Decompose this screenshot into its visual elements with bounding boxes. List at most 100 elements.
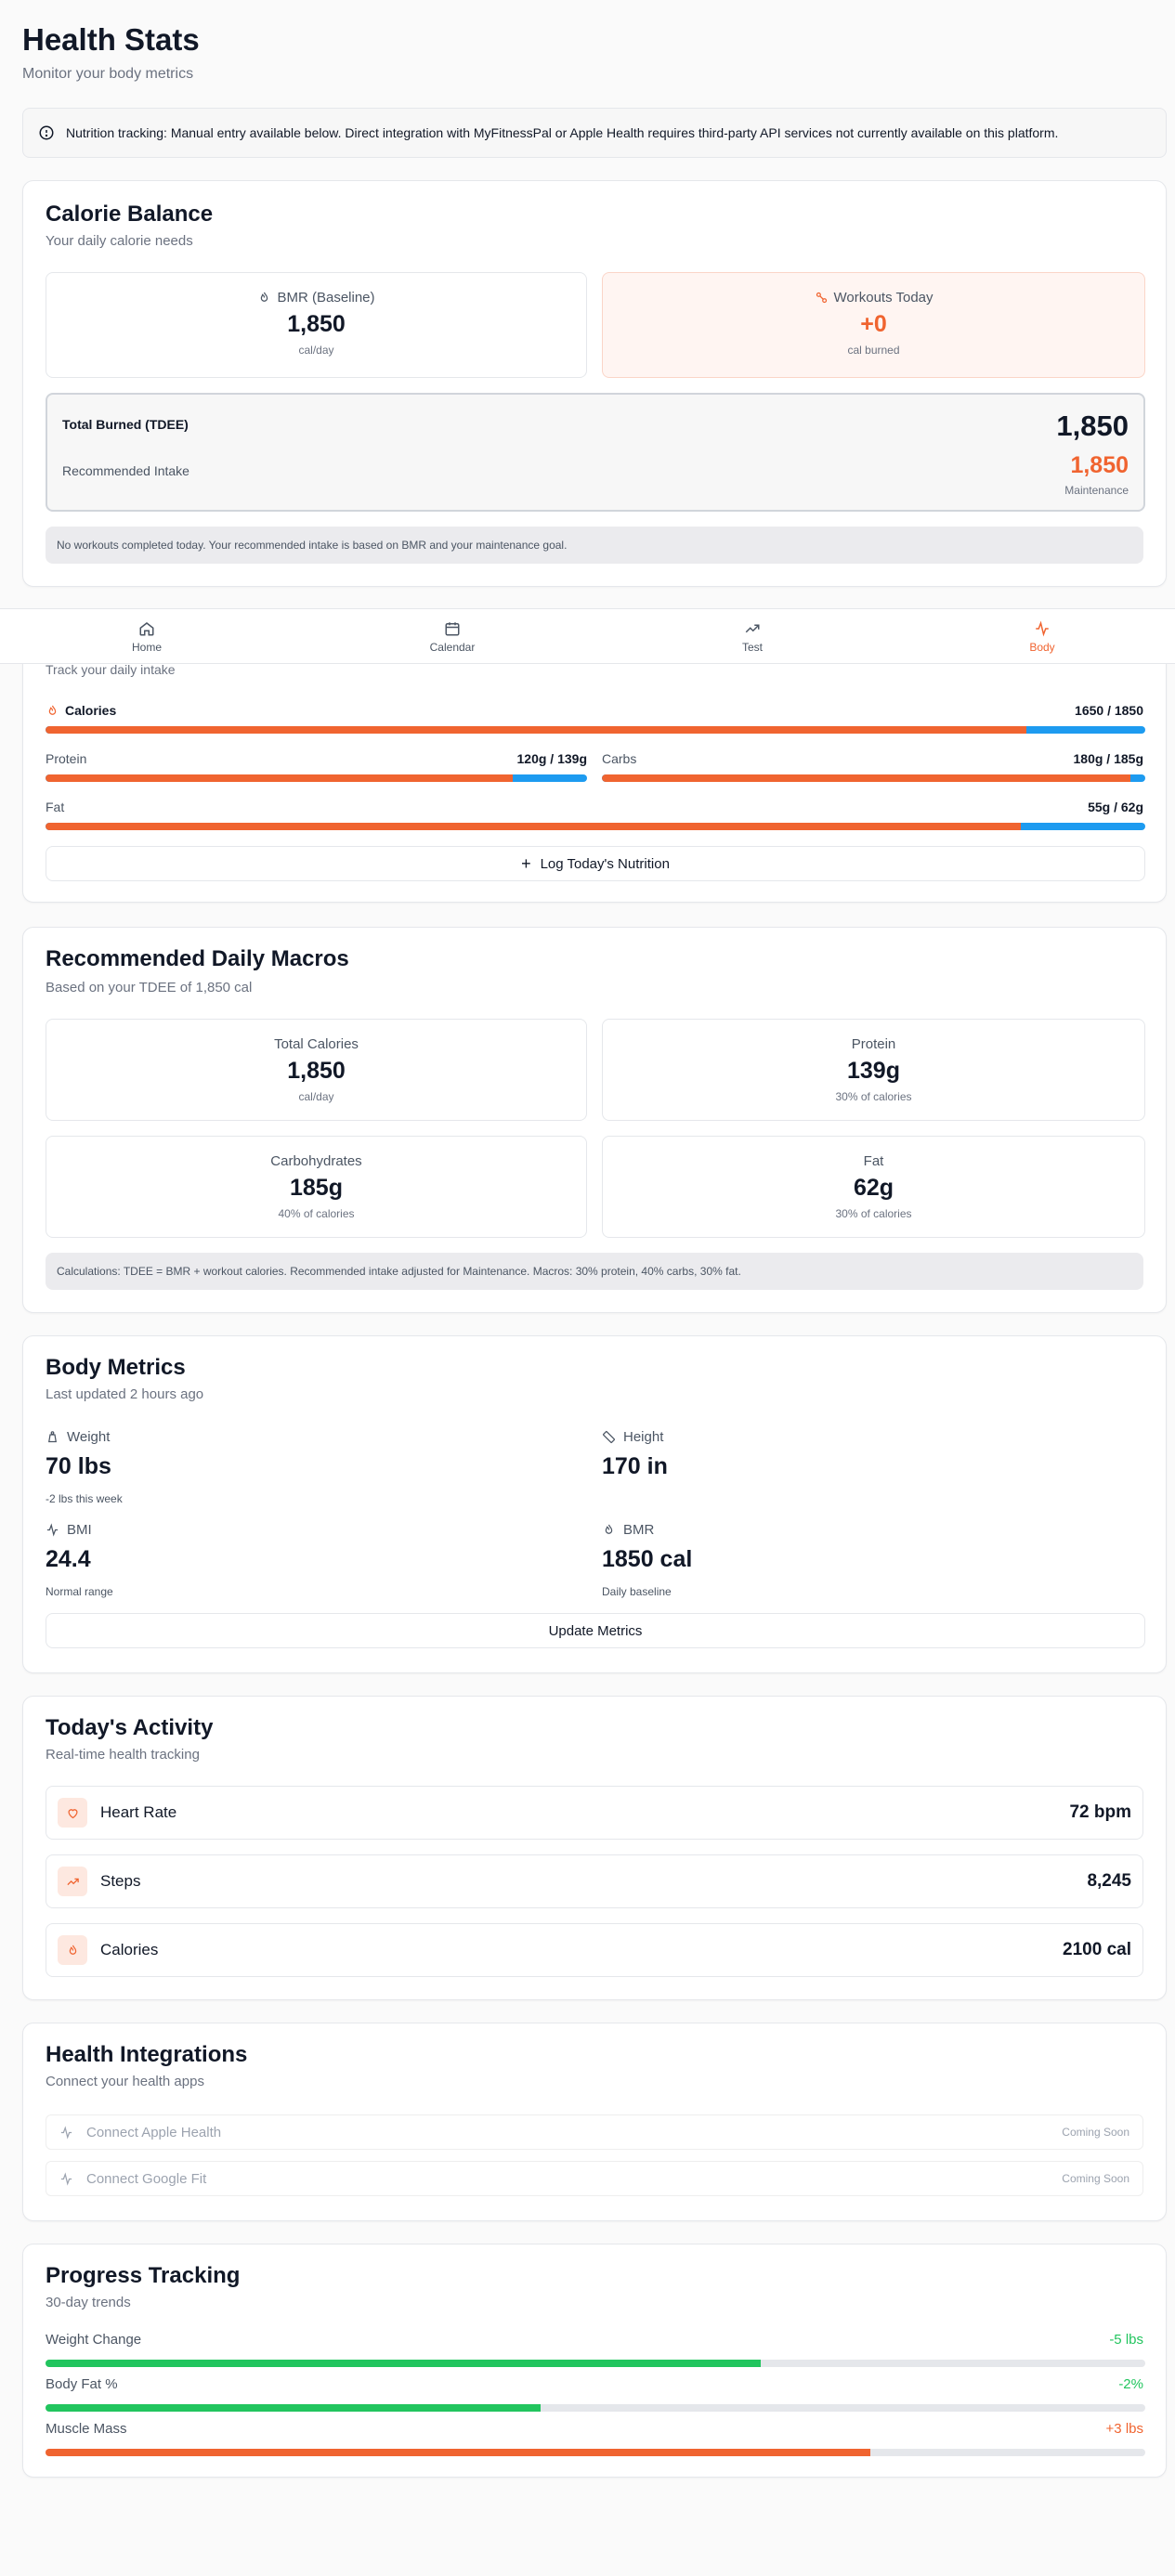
activity-icon [46,1523,59,1537]
carbs-label: Carbs [602,751,637,766]
bmr-metric-sub: Daily baseline [602,1585,672,1598]
protein-value: 120g / 139g [516,751,588,766]
nav-item-body[interactable]: Body [968,609,1116,665]
progress-label: Body Fat % [46,2376,118,2392]
log-nutrition-button[interactable]: + Log Today's Nutrition [46,846,1145,881]
calories-progress [46,726,1145,734]
update-metrics-button[interactable]: Update Metrics [46,1613,1145,1648]
card-subtitle: Connect your health apps [46,2074,204,2089]
workouts-label: Workouts Today [603,290,1144,306]
carbs-progress [602,774,1145,782]
card-title: Calorie Balance [46,202,214,227]
flame-icon [58,1935,87,1965]
scale-icon [48,1431,57,1443]
bmr-unit: cal/day [298,344,334,357]
nav-item-home[interactable]: Home [72,609,221,665]
carbs-value: 180g / 185g [1073,751,1144,766]
protein-label: Protein [46,751,87,766]
bmi-status: Normal range [46,1585,113,1598]
home-icon [139,622,154,636]
macro-fat-box: Fat 62g 30% of calories [602,1136,1145,1238]
coming-soon-badge: Coming Soon [1062,2126,1129,2139]
activity-card: Today's Activity Real-time health tracki… [22,1696,1167,2000]
flame-icon [261,292,268,302]
activity-icon [1036,620,1049,637]
info-icon [39,125,54,140]
fat-value: 55g / 62g [1088,800,1143,814]
progress-label: Weight Change [46,2332,142,2348]
progress-card: Progress Tracking 30-day trends Weight C… [22,2244,1167,2478]
workouts-box: Workouts Today +0 cal burned [602,272,1145,378]
card-subtitle: Based on your TDEE of 1,850 cal [46,980,253,995]
dumbbell-icon [816,292,827,304]
card-title: Health Integrations [46,2042,248,2067]
height-label: Height [602,1429,663,1445]
bmi-value: 24.4 [46,1546,91,1572]
bmr-metric-label: BMR [602,1522,654,1538]
activity-name: Steps [100,1872,141,1890]
calorie-note: No workouts completed today. Your recomm… [46,527,1143,564]
weight-change-progress [46,2360,1145,2367]
weight-value: 70 lbs [46,1453,111,1479]
muscle-mass-progress [46,2449,1145,2456]
calorie-balance-card: Calorie Balance Your daily calorie needs… [22,180,1167,587]
trending-up-icon [745,624,760,633]
connect-apple-health-button[interactable]: Connect Apple Health Coming Soon [46,2114,1143,2150]
tdee-panel: Total Burned (TDEE) 1,850 Recommended In… [46,393,1145,512]
progress-value: +3 lbs [1105,2421,1143,2437]
card-subtitle: Your daily calorie needs [46,233,193,249]
bmr-box: BMR (Baseline) 1,850 cal/day [46,272,587,378]
workouts-unit: cal burned [847,344,900,357]
bmr-label: BMR (Baseline) [46,290,586,306]
weight-label: Weight [46,1429,110,1445]
card-title: Progress Tracking [46,2263,241,2288]
nav-item-test[interactable]: Test [678,609,827,665]
calories-value: 1650 / 1850 [1075,703,1143,718]
nutrition-alert: Nutrition tracking: Manual entry availab… [22,108,1167,158]
progress-value: -2% [1118,2376,1143,2392]
bottom-nav: Home Calendar Test Body [0,608,1175,664]
card-subtitle: 30-day trends [46,2295,131,2310]
workouts-value: +0 [860,311,887,337]
height-value: 170 in [602,1453,668,1479]
body-fat-progress [46,2404,1145,2412]
macros-note: Calculations: TDEE = BMR + workout calor… [46,1253,1143,1290]
intake-goal: Maintenance [1064,484,1129,497]
integrations-card: Health Integrations Connect your health … [22,2023,1167,2221]
alert-text: Nutrition tracking: Manual entry availab… [66,125,1059,140]
weight-change: -2 lbs this week [46,1492,123,1505]
plus-icon: + [521,853,531,873]
activity-value: 8,245 [1087,1871,1131,1891]
activity-value: 2100 cal [1063,1940,1131,1959]
card-subtitle: Real-time health tracking [46,1747,200,1763]
tdee-label: Total Burned (TDEE) [62,417,189,432]
activity-item-heart-rate: Heart Rate 72 bpm [46,1786,1143,1840]
flame-icon [605,1524,613,1534]
page-subtitle: Monitor your body metrics [22,66,194,82]
intake-label: Recommended Intake [62,463,189,478]
progress-label: Muscle Mass [46,2421,127,2437]
macro-protein-box: Protein 139g 30% of calories [602,1019,1145,1121]
protein-progress [46,774,587,782]
activity-item-steps: Steps 8,245 [46,1854,1143,1908]
bmr-metric-value: 1850 cal [602,1546,693,1572]
activity-name: Heart Rate [100,1803,177,1821]
card-title: Today's Activity [46,1715,214,1740]
activity-icon [60,2125,72,2140]
nav-item-calendar[interactable]: Calendar [378,609,527,665]
page-title: Health Stats [22,22,200,57]
flame-icon [48,705,57,715]
bmi-label: BMI [46,1522,92,1538]
connect-google-fit-button[interactable]: Connect Google Fit Coming Soon [46,2161,1143,2196]
macro-total-box: Total Calories 1,850 cal/day [46,1019,587,1121]
card-title: Body Metrics [46,1355,186,1380]
fat-label: Fat [46,800,65,814]
ruler-icon [602,1430,616,1444]
progress-value: -5 lbs [1109,2332,1143,2348]
macro-carbs-box: Carbohydrates 185g 40% of calories [46,1136,587,1238]
activity-icon [60,2171,72,2186]
fat-progress [46,823,1145,830]
tdee-value: 1,850 [1056,410,1129,442]
activity-item-calories: Calories 2100 cal [46,1923,1143,1977]
card-title: Recommended Daily Macros [46,946,349,971]
